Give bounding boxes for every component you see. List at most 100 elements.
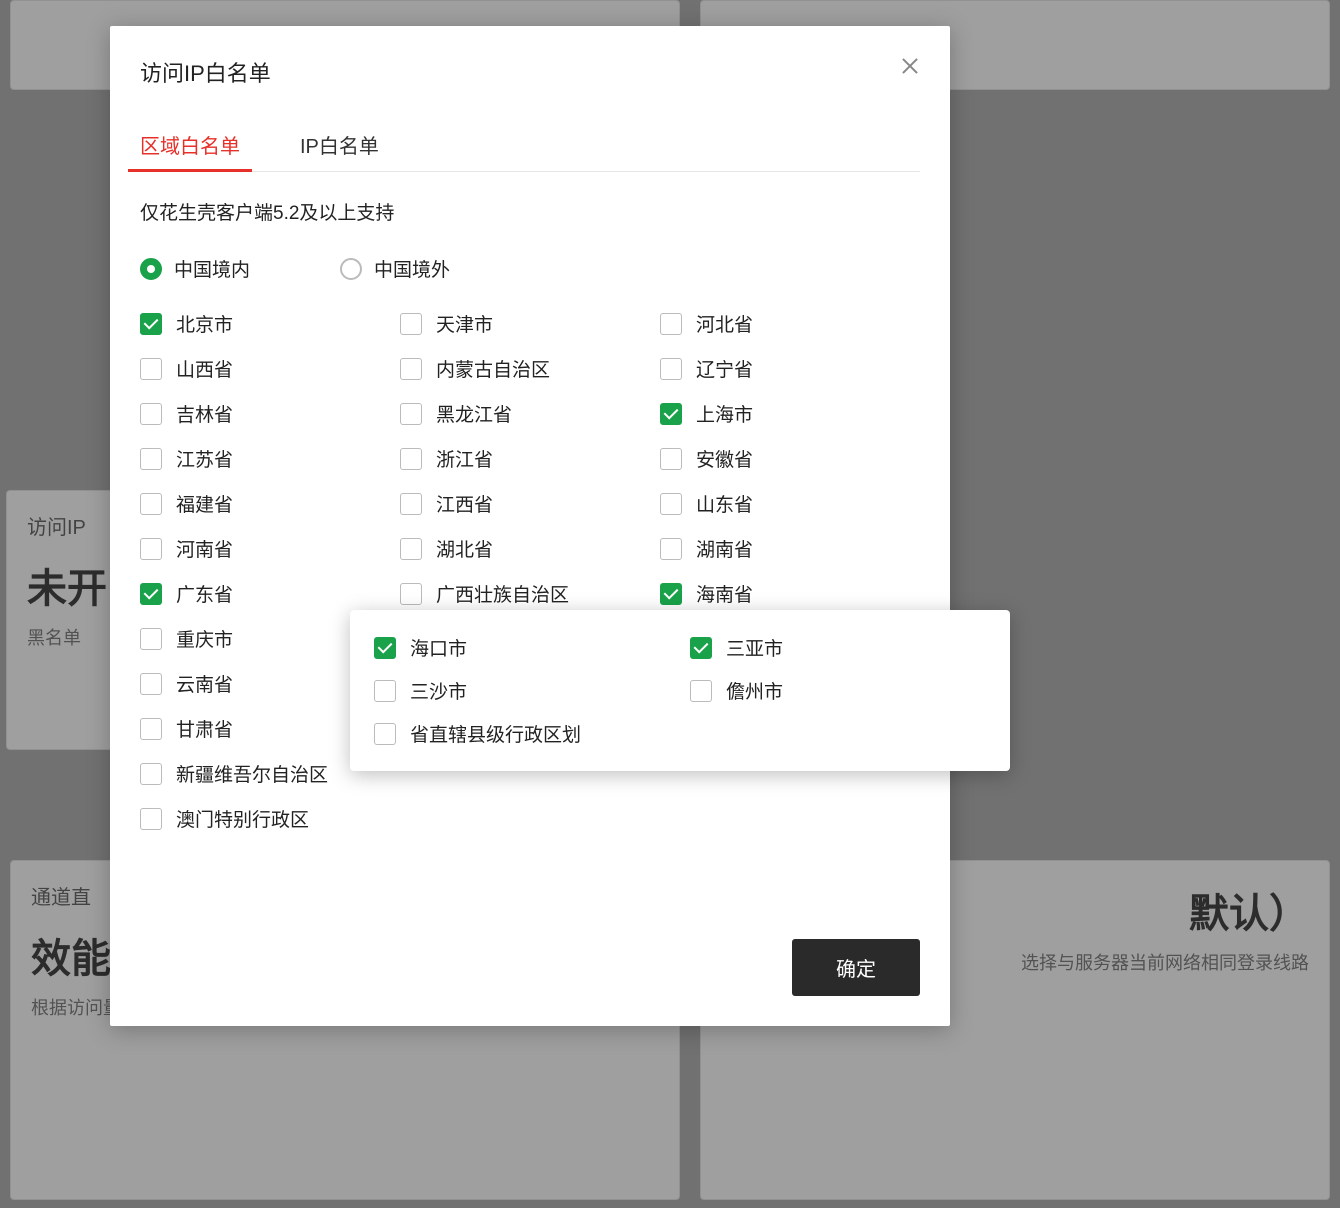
checkbox-province[interactable]: 黑龙江省 [400,400,660,427]
checkbox-icon [374,723,396,745]
checkbox-icon [140,448,162,470]
checkbox-label: 内蒙古自治区 [436,355,550,382]
close-icon[interactable] [898,54,922,78]
checkbox-icon [140,403,162,425]
checkbox-label: 浙江省 [436,445,493,472]
checkbox-label: 新疆维吾尔自治区 [176,760,328,787]
checkbox-label: 天津市 [436,310,493,337]
checkbox-icon [400,403,422,425]
checkbox-icon [690,637,712,659]
tabs: 区域白名单 IP白名单 [140,118,920,172]
checkbox-icon [690,680,712,702]
checkbox-province[interactable]: 安徽省 [660,445,920,472]
checkbox-province[interactable]: 上海市 [660,400,920,427]
checkbox-label: 湖南省 [696,535,753,562]
checkbox-icon [140,538,162,560]
checkbox-label: 湖北省 [436,535,493,562]
checkbox-icon [660,538,682,560]
checkbox-province[interactable]: 天津市 [400,310,660,337]
checkbox-icon [400,493,422,515]
checkbox-province[interactable]: 广东省 [140,580,400,607]
checkbox-province[interactable]: 山东省 [660,490,920,517]
checkbox-icon [400,358,422,380]
checkbox-icon [140,583,162,605]
checkbox-province[interactable]: 湖北省 [400,535,660,562]
checkbox-province[interactable]: 海南省 [660,580,920,607]
tab-region-whitelist[interactable]: 区域白名单 [140,118,240,171]
checkbox-icon [140,673,162,695]
ip-whitelist-modal: 访问IP白名单 区域白名单 IP白名单 仅花生壳客户端5.2及以上支持 中国境内… [110,26,950,1026]
checkbox-icon [660,448,682,470]
checkbox-icon [374,680,396,702]
checkbox-province[interactable]: 江苏省 [140,445,400,472]
checkbox-city[interactable]: 儋州市 [690,677,986,704]
checkbox-city[interactable]: 三亚市 [690,634,986,661]
checkbox-label: 江苏省 [176,445,233,472]
checkbox-icon [140,718,162,740]
checkbox-icon [400,583,422,605]
checkbox-icon [660,313,682,335]
checkbox-province[interactable]: 湖南省 [660,535,920,562]
checkbox-province[interactable]: 福建省 [140,490,400,517]
checkbox-label: 黑龙江省 [436,400,512,427]
checkbox-province[interactable]: 山西省 [140,355,400,382]
checkbox-label: 甘肃省 [176,715,233,742]
checkbox-label: 河北省 [696,310,753,337]
region-radio-group: 中国境内 中国境外 [140,255,920,282]
checkbox-province[interactable]: 广西壮族自治区 [400,580,660,607]
modal-title: 访问IP白名单 [140,56,920,88]
checkbox-icon [374,637,396,659]
checkbox-label: 三亚市 [726,634,783,661]
checkbox-province[interactable]: 澳门特别行政区 [140,805,400,832]
checkbox-label: 广西壮族自治区 [436,580,569,607]
checkbox-icon [140,763,162,785]
checkbox-label: 山西省 [176,355,233,382]
checkbox-label: 吉林省 [176,400,233,427]
checkbox-icon [140,313,162,335]
checkbox-province[interactable]: 河北省 [660,310,920,337]
checkbox-icon [140,628,162,650]
checkbox-label: 云南省 [176,670,233,697]
checkbox-province[interactable]: 浙江省 [400,445,660,472]
checkbox-icon [660,493,682,515]
checkbox-label: 重庆市 [176,625,233,652]
checkbox-label: 省直辖县级行政区划 [410,720,581,747]
checkbox-city[interactable]: 海口市 [374,634,670,661]
checkbox-city[interactable]: 省直辖县级行政区划 [374,720,986,747]
checkbox-city[interactable]: 三沙市 [374,677,670,704]
checkbox-label: 澳门特别行政区 [176,805,309,832]
checkbox-icon [140,493,162,515]
checkbox-label: 三沙市 [410,677,467,704]
checkbox-icon [660,583,682,605]
checkbox-province[interactable]: 河南省 [140,535,400,562]
radio-label: 中国境内 [174,255,250,282]
checkbox-label: 福建省 [176,490,233,517]
tab-ip-whitelist[interactable]: IP白名单 [300,118,379,171]
radio-region-1[interactable]: 中国境外 [340,255,450,282]
checkbox-icon [660,358,682,380]
checkbox-icon [400,538,422,560]
checkbox-icon [400,448,422,470]
checkbox-province[interactable]: 内蒙古自治区 [400,355,660,382]
checkbox-label: 山东省 [696,490,753,517]
version-hint: 仅花生壳客户端5.2及以上支持 [140,198,920,225]
checkbox-province[interactable]: 北京市 [140,310,400,337]
checkbox-icon [140,358,162,380]
checkbox-province[interactable]: 江西省 [400,490,660,517]
checkbox-label: 河南省 [176,535,233,562]
checkbox-label: 儋州市 [726,677,783,704]
checkbox-icon [400,313,422,335]
radio-icon [140,258,162,280]
checkbox-label: 海口市 [410,634,467,661]
checkbox-province[interactable]: 辽宁省 [660,355,920,382]
radio-region-0[interactable]: 中国境内 [140,255,250,282]
checkbox-province[interactable]: 吉林省 [140,400,400,427]
checkbox-label: 海南省 [696,580,753,607]
checkbox-label: 广东省 [176,580,233,607]
radio-label: 中国境外 [374,255,450,282]
checkbox-label: 辽宁省 [696,355,753,382]
checkbox-icon [660,403,682,425]
confirm-button[interactable]: 确定 [792,939,920,996]
checkbox-label: 上海市 [696,400,753,427]
radio-icon [340,258,362,280]
